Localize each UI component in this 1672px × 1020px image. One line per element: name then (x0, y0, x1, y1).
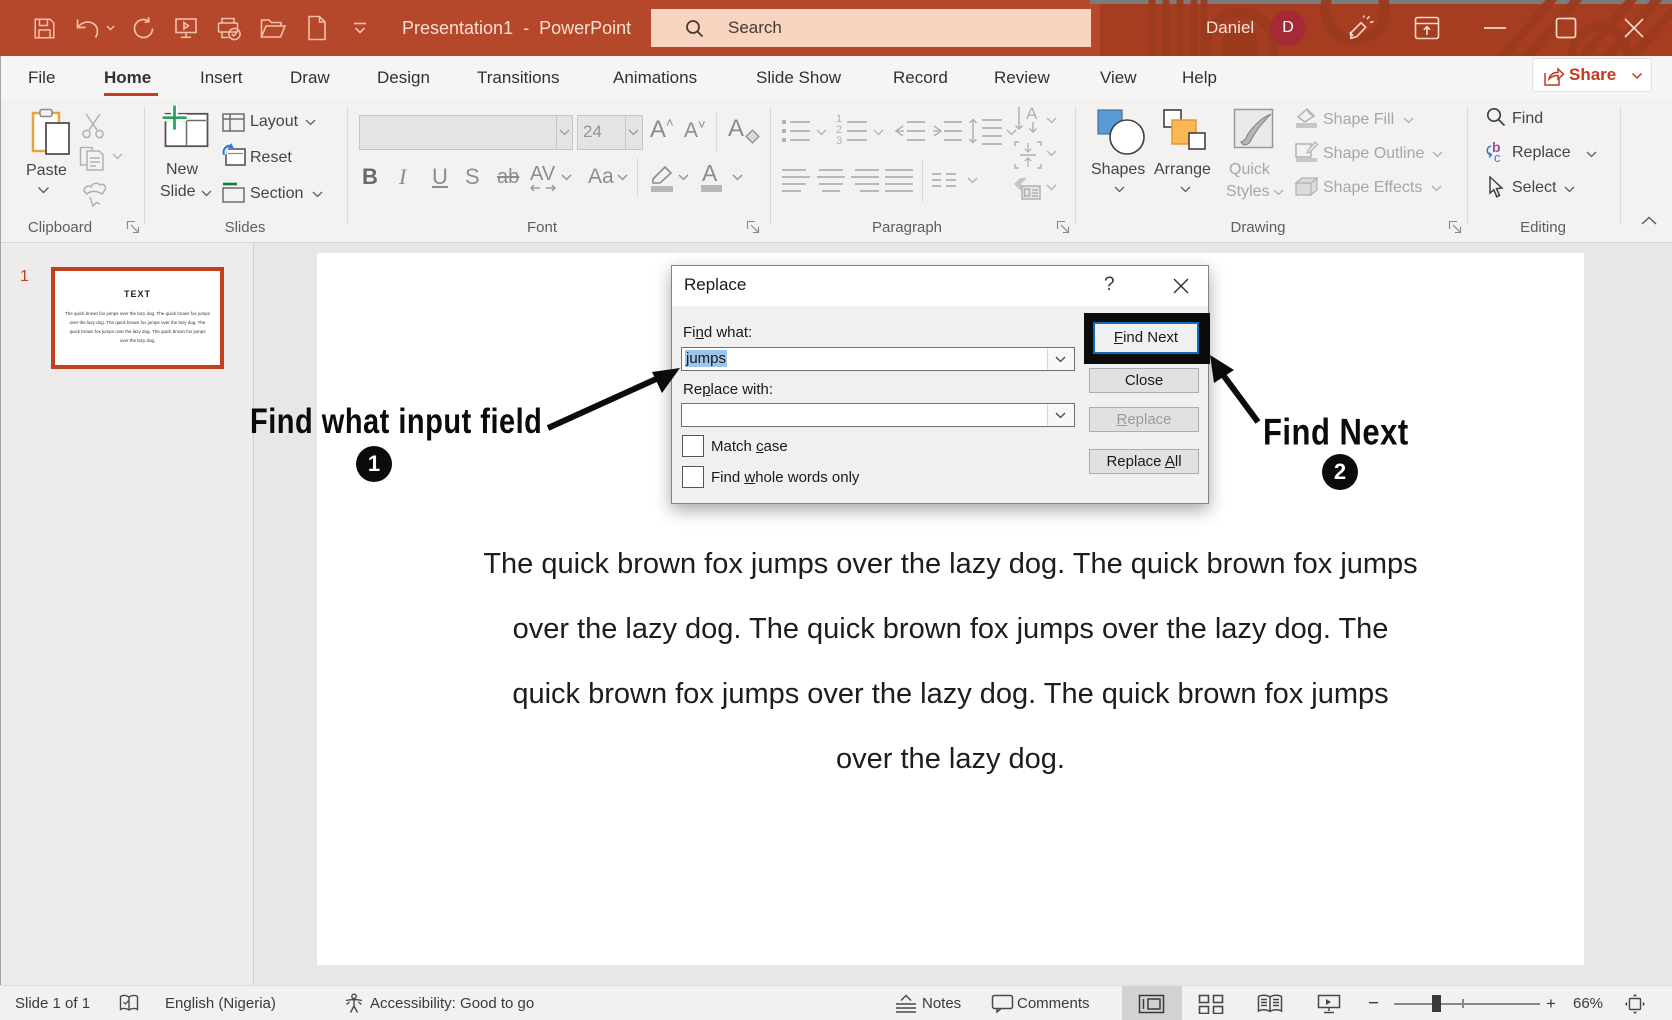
svg-text:A: A (1026, 105, 1038, 123)
svg-text:c: c (1494, 150, 1501, 164)
